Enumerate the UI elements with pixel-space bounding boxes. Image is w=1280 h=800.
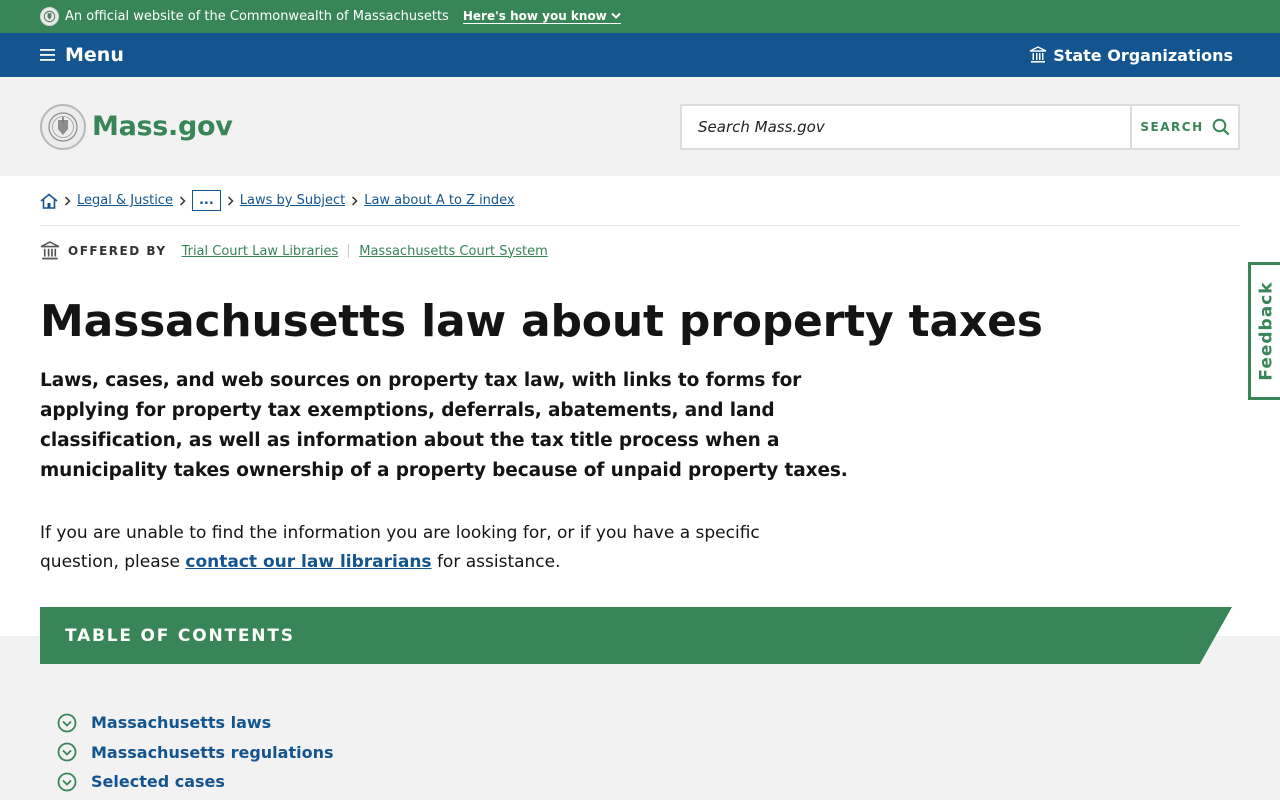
help-text: If you are unable to find the informatio…: [40, 519, 780, 577]
breadcrumb-legal-justice[interactable]: Legal & Justice: [77, 193, 173, 208]
logo-text: Mass.gov: [92, 111, 233, 142]
menu-label: Menu: [65, 44, 124, 66]
state-organizations-button[interactable]: State Organizations: [1029, 46, 1233, 65]
feedback-button[interactable]: Feedback: [1248, 262, 1280, 400]
help-text-after: for assistance.: [431, 551, 561, 572]
search-button-label: SEARCH: [1140, 119, 1204, 134]
chevron-right-icon: [64, 195, 71, 206]
page-lede: Laws, cases, and web sources on property…: [40, 369, 848, 481]
toc-heading: TABLE OF CONTENTS: [40, 607, 1232, 664]
chevron-right-icon: [351, 195, 358, 206]
chevron-right-icon: [227, 195, 234, 206]
breadcrumb-laws-by-subject[interactable]: Laws by Subject: [240, 193, 345, 208]
toc-item-selected-cases[interactable]: Selected cases: [57, 767, 334, 797]
building-icon: [1029, 46, 1047, 63]
state-seal-icon: [40, 103, 86, 150]
hamburger-icon: [40, 49, 55, 61]
official-site-banner: An official website of the Commonwealth …: [0, 0, 1280, 33]
breadcrumb-law-a-to-z[interactable]: Law about A to Z index: [364, 193, 514, 208]
home-link[interactable]: [40, 192, 58, 209]
toc-list: Massachusetts laws Massachusetts regulat…: [57, 708, 334, 797]
toc-item-label: Massachusetts regulations: [91, 742, 334, 762]
building-icon: [40, 241, 60, 260]
menu-bar: Menu State Organizations: [0, 33, 1280, 77]
state-seal-icon: [40, 7, 59, 26]
divider: [348, 244, 350, 258]
official-site-text: An official website of the Commonwealth …: [65, 9, 449, 24]
chevron-down-icon: [611, 12, 621, 19]
search-button[interactable]: SEARCH: [1130, 105, 1238, 148]
breadcrumb: Legal & Justice ... Laws by Subject Law …: [40, 176, 1240, 226]
menu-button[interactable]: Menu: [40, 44, 124, 66]
feedback-label: Feedback: [1256, 281, 1277, 381]
offered-by: OFFERED BY Trial Court Law Libraries Mas…: [40, 241, 1240, 261]
heres-how-you-know-button[interactable]: Here's how you know: [462, 9, 621, 24]
chevron-down-circle-icon: [57, 713, 77, 733]
search-form: SEARCH: [680, 103, 1240, 150]
toc-item-massachusetts-laws[interactable]: Massachusetts laws: [57, 708, 334, 738]
offered-by-label: OFFERED BY: [68, 244, 167, 258]
toc-item-massachusetts-regulations[interactable]: Massachusetts regulations: [57, 738, 334, 768]
chevron-down-circle-icon: [57, 772, 77, 792]
search-icon: [1212, 118, 1229, 135]
heres-how-you-know-label: Here's how you know: [462, 9, 607, 23]
toc-item-label: Selected cases: [91, 772, 225, 792]
toc-item-label: Massachusetts laws: [91, 713, 272, 733]
search-input[interactable]: [682, 105, 1130, 148]
chevron-down-circle-icon: [57, 742, 77, 762]
org-link-trial-court-law-libraries[interactable]: Trial Court Law Libraries: [182, 244, 339, 259]
chevron-right-icon: [179, 195, 186, 206]
home-icon: [40, 192, 58, 209]
breadcrumb-expand-button[interactable]: ...: [191, 190, 221, 211]
org-link-massachusetts-court-system[interactable]: Massachusetts Court System: [359, 244, 548, 259]
state-organizations-label: State Organizations: [1053, 45, 1233, 65]
page-title: Massachusetts law about property taxes: [40, 296, 1043, 347]
contact-law-librarians-link[interactable]: contact our law librarians: [185, 552, 431, 572]
mass-gov-logo[interactable]: Mass.gov: [40, 103, 233, 150]
site-header: Mass.gov SEARCH: [0, 77, 1280, 176]
